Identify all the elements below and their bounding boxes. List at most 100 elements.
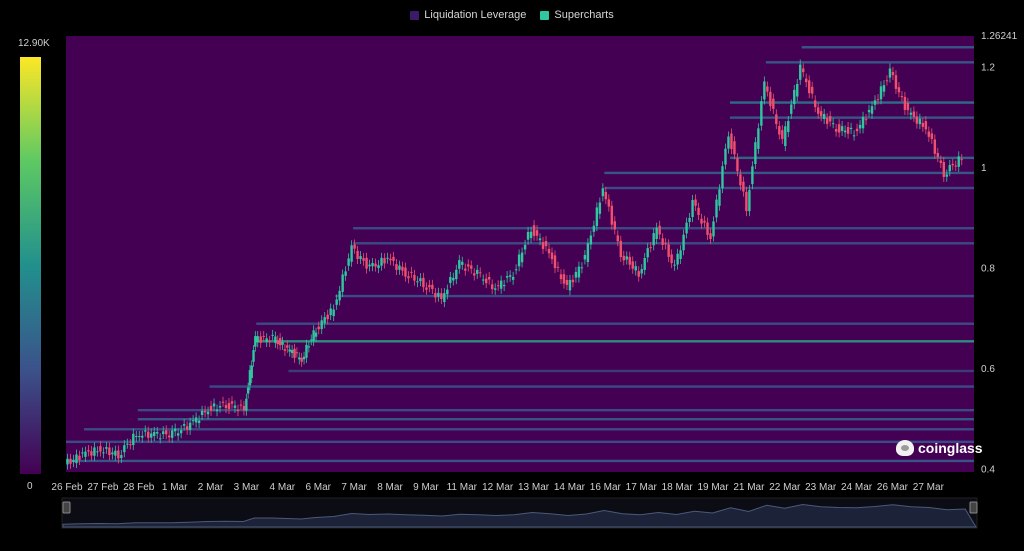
candle-body (179, 430, 183, 434)
candle-body (508, 275, 512, 277)
candle-body (828, 116, 832, 122)
candle-body (649, 247, 652, 249)
candle-body (323, 317, 326, 324)
candle-body (239, 404, 243, 406)
candle-body (652, 233, 655, 246)
candle-body (224, 405, 228, 409)
candle-body (359, 256, 362, 260)
candle-body (787, 120, 790, 133)
candle-body (802, 68, 805, 73)
candle-body (505, 276, 509, 278)
candle-body (712, 221, 715, 237)
candle-body (425, 287, 428, 290)
x-tick-label: 16 Mar (590, 482, 622, 493)
candle-body (885, 80, 889, 82)
candle-body (371, 262, 374, 267)
candle-body (930, 133, 934, 139)
candle-body (915, 116, 919, 124)
liquidation-band (353, 227, 974, 230)
candle-body (556, 266, 560, 268)
candle-body (601, 188, 605, 197)
candle-body (329, 308, 332, 316)
candle-body (392, 256, 395, 261)
candle-body (724, 148, 727, 165)
candle-body (933, 139, 937, 154)
candle-body (580, 267, 584, 269)
candle-body (778, 126, 781, 135)
candle-body (577, 266, 581, 278)
liquidation-band (604, 171, 974, 175)
candle-body (335, 299, 338, 305)
candle-body (485, 278, 488, 284)
candle-body (532, 225, 536, 236)
candle-body (676, 253, 679, 265)
candle-body (643, 257, 646, 270)
candle-body (927, 131, 931, 137)
candle-body (867, 109, 871, 113)
liquidation-band (66, 459, 974, 463)
candle-body (307, 346, 311, 348)
candle-body (374, 263, 377, 267)
candle-body (338, 290, 341, 301)
candle-body (715, 199, 718, 218)
candle-body (685, 222, 688, 234)
candle-body (595, 207, 599, 227)
candle-body (431, 284, 434, 290)
candle-body (102, 452, 105, 454)
candle-body (876, 99, 880, 101)
candle-body (314, 332, 318, 337)
candle-body (252, 350, 255, 362)
candle-body (766, 86, 769, 92)
candle-body (757, 128, 760, 149)
candle-body (356, 250, 359, 260)
candle-body (209, 405, 213, 411)
candle-body (320, 320, 323, 330)
watermark-text: coinglass (918, 440, 983, 456)
candle-body (694, 199, 697, 206)
candle-body (250, 365, 253, 379)
candle-body (271, 334, 274, 336)
candle-body (897, 87, 901, 93)
candle-body (571, 279, 575, 283)
candle-body (604, 191, 608, 200)
candle-body (655, 227, 658, 239)
candle-body (843, 130, 847, 133)
candle-body (754, 142, 757, 164)
candle-body (286, 345, 289, 348)
candle-body (383, 258, 386, 264)
candle-body (93, 447, 96, 456)
navigator-right-handle[interactable] (969, 501, 978, 514)
candle-body (799, 64, 802, 80)
candle-body (502, 285, 506, 287)
candle-body (948, 164, 951, 172)
candle-body (535, 230, 539, 236)
liquidation-band (66, 440, 974, 444)
candle-body (873, 100, 877, 105)
candle-body (126, 443, 129, 445)
x-tick-label: 6 Mar (305, 482, 331, 493)
candle-body (748, 190, 751, 212)
candle-body (215, 409, 219, 412)
x-tick-label: 12 Mar (482, 482, 514, 493)
liquidation-band (288, 369, 975, 373)
candle-body (419, 278, 422, 282)
candle-body (72, 459, 75, 463)
candle-body (625, 256, 628, 260)
candle-body (796, 83, 799, 97)
candle-body (538, 238, 542, 241)
candle-body (499, 280, 503, 289)
x-tick-label: 1 Mar (162, 482, 188, 493)
candle-body (455, 269, 458, 280)
navigator-left-handle[interactable] (62, 501, 71, 514)
y-tick-label: 1.2 (981, 62, 995, 73)
candle-body (153, 431, 156, 437)
candle-body (769, 91, 772, 107)
candle-body (407, 276, 410, 279)
candle-body (470, 265, 473, 269)
x-tick-label: 17 Mar (626, 482, 658, 493)
candle-body (517, 254, 521, 267)
candle-body (344, 271, 347, 276)
candle-body (840, 126, 844, 131)
candle-body (837, 124, 841, 133)
candle-body (541, 242, 545, 249)
